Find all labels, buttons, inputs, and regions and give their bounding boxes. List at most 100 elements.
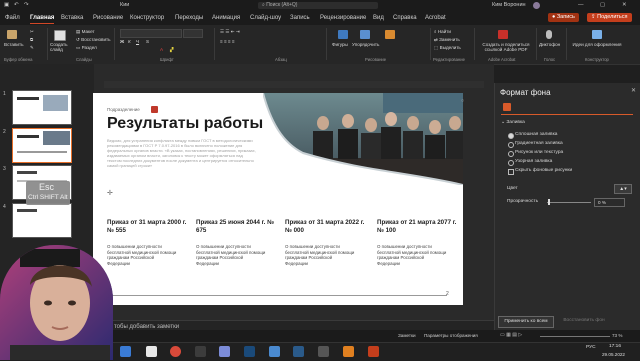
opera-icon[interactable] <box>170 346 181 357</box>
clock-date[interactable]: 29.05.2022 <box>602 352 625 357</box>
order-description[interactable]: О повышении доступности бесплатной медиц… <box>377 244 447 266</box>
selection-handle[interactable]: ○ <box>461 98 464 104</box>
tab-animation[interactable]: Анимация <box>212 11 240 25</box>
tab-help[interactable]: Справка <box>393 11 417 25</box>
order-title[interactable]: Приказ от 21 марта 2077 г. № 100 <box>377 219 459 235</box>
user-name[interactable]: Ким Воронин <box>492 0 526 11</box>
slide-thumbnail-2[interactable] <box>12 128 72 163</box>
font-name-select[interactable] <box>120 29 182 38</box>
picture-fill-label[interactable]: Рисунок или текстура <box>515 150 563 155</box>
app-icon[interactable] <box>293 346 304 357</box>
edge-icon[interactable] <box>120 346 131 357</box>
slide-thumbnail-1[interactable] <box>12 90 72 125</box>
apply-all-button[interactable]: Применить ко всем <box>498 316 554 328</box>
font-size-select[interactable] <box>183 29 203 38</box>
tab-acrobat[interactable]: Acrobat <box>425 11 446 25</box>
order-description[interactable]: О повышении доступности бесплатной медиц… <box>285 244 355 266</box>
slider-handle[interactable] <box>548 199 550 205</box>
bullets-button[interactable]: ☰ ☰ ⇤ ⇥ <box>220 29 240 35</box>
tab-draw[interactable]: Рисование <box>93 11 123 25</box>
discord-icon[interactable] <box>219 346 230 357</box>
display-settings-button[interactable]: Параметры отображения <box>424 333 478 338</box>
copy-icon[interactable]: ⧉ <box>30 37 33 43</box>
slide-canvas[interactable]: Подразделение Результаты работы Ведомо, … <box>93 93 464 305</box>
maximize-icon[interactable]: ▢ <box>600 0 605 11</box>
tab-design[interactable]: Конструктор <box>130 11 164 25</box>
paste-icon[interactable] <box>7 30 17 39</box>
search-input[interactable]: ⌕ Поиск (Alt+Q) <box>258 2 378 9</box>
zoom-level[interactable]: 73 % <box>612 333 622 338</box>
bold-button[interactable]: Ж <box>120 39 124 45</box>
italic-button[interactable]: К <box>128 39 131 45</box>
gradient-fill-radio[interactable] <box>508 142 514 148</box>
notes-button[interactable]: Заметки <box>398 333 416 338</box>
share-button[interactable]: ⇪ Поделиться <box>587 13 632 22</box>
microphone-icon[interactable] <box>546 30 552 39</box>
align-buttons[interactable]: ≡ ≡ ≡ ≡ <box>220 39 235 45</box>
format-painter-icon[interactable]: ✎ <box>30 45 34 51</box>
tab-view[interactable]: Вид <box>373 11 384 25</box>
picture-fill-radio[interactable] <box>508 151 514 157</box>
app-icon[interactable] <box>195 346 206 357</box>
arrange-button[interactable]: Упорядочить <box>352 42 379 48</box>
select-button[interactable]: ⬚ Выделить <box>434 45 461 51</box>
reset-background-button[interactable]: Восстановить фон <box>557 316 611 326</box>
hide-graphics-label[interactable]: Скрыть фоновые рисунки <box>515 168 572 173</box>
shapes-button[interactable]: Фигуры <box>332 42 348 48</box>
record-button[interactable]: ● Запись <box>548 13 579 22</box>
redo-icon[interactable]: ↷ <box>24 0 29 11</box>
slide-body-text[interactable]: Ведомо, для устранения конфликта между н… <box>107 138 257 178</box>
new-slide-icon[interactable] <box>54 30 66 41</box>
slide-photo[interactable] <box>263 93 463 185</box>
order-title[interactable]: Приказ от 31 марта 2022 г. № 000 <box>285 219 367 235</box>
app-icon[interactable] <box>318 346 329 357</box>
close-icon[interactable]: ✕ <box>622 0 627 11</box>
zoom-slider[interactable] <box>540 336 610 337</box>
app-icon[interactable] <box>269 346 280 357</box>
new-slide-button[interactable]: Создать слайд <box>50 42 72 52</box>
close-icon[interactable]: ✕ <box>631 87 636 94</box>
pattern-fill-radio[interactable] <box>508 160 514 166</box>
fill-section-header[interactable]: ⌄ Заливка <box>501 120 525 125</box>
tab-insert[interactable]: Вставка <box>61 11 83 25</box>
slide-title[interactable]: Результаты работы <box>107 115 263 133</box>
designer-button[interactable]: Идеи для оформления <box>572 42 622 47</box>
powerpoint-icon[interactable] <box>368 346 379 357</box>
color-picker-button[interactable]: ▲▾ <box>614 184 632 194</box>
tab-home[interactable]: Главная <box>30 11 55 25</box>
fill-icon[interactable] <box>503 103 511 111</box>
reset-button[interactable]: ↺ Восстановить <box>76 37 111 43</box>
cut-icon[interactable]: ✂ <box>30 29 34 35</box>
quick-styles-icon[interactable] <box>385 30 395 39</box>
highlight-button[interactable]: ▞ <box>170 47 174 53</box>
font-color-button[interactable]: A <box>160 47 163 53</box>
strikethrough-button[interactable]: S <box>146 39 149 45</box>
acrobat-icon[interactable] <box>498 30 508 39</box>
paste-button[interactable]: Вставить <box>4 42 23 48</box>
vlc-icon[interactable] <box>343 346 354 357</box>
shapes-icon[interactable] <box>338 30 348 39</box>
order-title[interactable]: Приказ 25 июня 2044 г. № 675 <box>196 219 278 235</box>
transparency-input[interactable]: 0 % <box>594 198 625 207</box>
underline-button[interactable]: Ч <box>136 39 139 45</box>
tab-record[interactable]: Запись <box>290 11 310 25</box>
avatar[interactable] <box>533 2 540 9</box>
order-description[interactable]: О повышении доступности бесплатной медиц… <box>196 244 266 266</box>
transparency-slider[interactable] <box>547 202 591 203</box>
tab-file[interactable]: Файл <box>5 11 20 25</box>
dictate-button[interactable]: Диктофон <box>539 42 560 48</box>
clock-time[interactable]: 17:16 <box>609 344 621 349</box>
app-icon[interactable] <box>244 346 255 357</box>
layout-button[interactable]: ▤ Макет <box>76 29 95 35</box>
arrange-icon[interactable] <box>360 30 370 39</box>
solid-fill-label[interactable]: Сплошная заливка <box>515 132 557 137</box>
view-buttons[interactable]: ▭ ▦ ▤ ▷ <box>500 332 522 338</box>
order-title[interactable]: Приказ от 31 марта 2000 г. № 555 <box>107 219 189 235</box>
solid-fill-radio[interactable] <box>508 133 514 139</box>
notion-icon[interactable] <box>146 346 157 357</box>
pattern-fill-label[interactable]: Узорная заливка <box>515 159 552 164</box>
slide-thumbnail-4[interactable] <box>12 203 72 238</box>
find-button[interactable]: ⌕ Найти <box>434 29 451 35</box>
undo-icon[interactable]: ↶ <box>14 0 19 11</box>
order-description[interactable]: О повышении доступности бесплатной медиц… <box>107 244 177 266</box>
